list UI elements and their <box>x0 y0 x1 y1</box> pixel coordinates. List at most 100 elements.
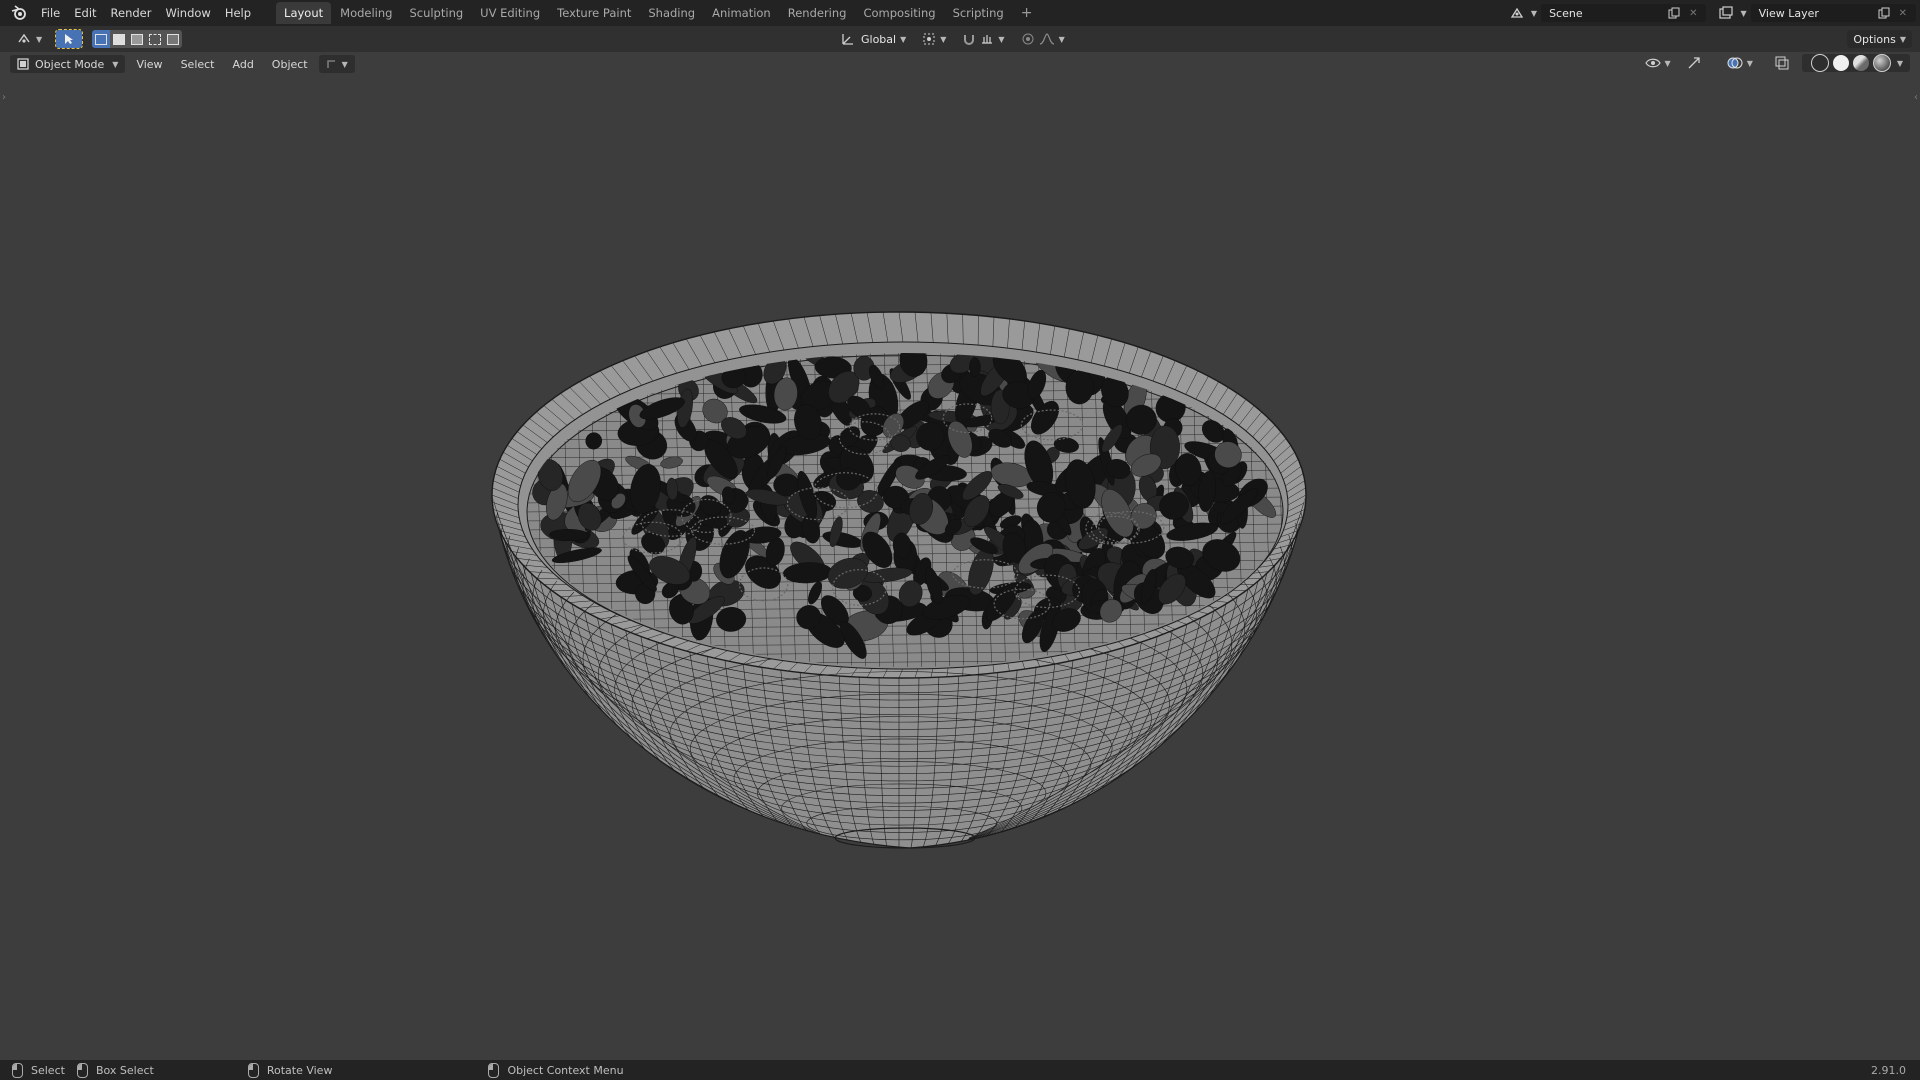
chevron-down-icon: ▼ <box>341 59 348 69</box>
magnet-icon <box>964 35 975 45</box>
tool-header: ▼ Global ▼ ▼ ▼ ▼ Options ▼ <box>0 26 1920 52</box>
mouse-middle-icon <box>247 1062 259 1078</box>
tab-sculpting[interactable]: Sculpting <box>401 2 471 24</box>
view-layer-icon[interactable] <box>1716 4 1736 22</box>
status-context-menu: Object Context Menu <box>488 1062 624 1078</box>
select-new-icon[interactable] <box>92 30 111 48</box>
tab-rendering[interactable]: Rendering <box>780 2 855 24</box>
chevron-down-icon[interactable]: ▼ <box>1740 9 1746 18</box>
menu-object[interactable]: Object <box>265 55 315 73</box>
version-label: 2.91.0 <box>1871 1063 1906 1077</box>
solid-shading-icon[interactable] <box>1832 55 1849 71</box>
tab-animation[interactable]: Animation <box>704 2 779 24</box>
select-tool-button[interactable] <box>55 29 84 49</box>
proportional-edit-controls[interactable]: ▼ <box>1015 30 1071 48</box>
tab-shading[interactable]: Shading <box>640 2 703 24</box>
close-icon[interactable]: ✕ <box>1684 8 1702 19</box>
tab-texture-paint[interactable]: Texture Paint <box>549 2 639 24</box>
editor-type-icon <box>18 33 30 43</box>
proportional-edit-icon <box>1022 33 1034 45</box>
select-subtract-icon[interactable] <box>128 30 147 48</box>
chevron-down-icon: ▼ <box>1058 34 1065 44</box>
transform-orientation-dropdown[interactable]: Global ▼ <box>835 30 912 48</box>
status-select-label: Select <box>31 1063 65 1077</box>
chevron-down-icon: ▼ <box>998 34 1005 44</box>
viewport-header: Object Mode ▼ View Select Add Object ▼ ▼… <box>0 52 1920 76</box>
menu-select[interactable]: Select <box>174 55 222 73</box>
overlays-toggle[interactable]: ▼ <box>1720 54 1760 72</box>
chevron-down-icon[interactable]: ▼ <box>1531 9 1537 18</box>
cereal-piece <box>836 467 861 491</box>
mouse-left-icon <box>12 1062 23 1078</box>
top-bar: File Edit Render Window Help Layout Mode… <box>0 0 1920 26</box>
cursor-arrow-icon <box>65 34 74 44</box>
transform-affect-icon <box>326 60 335 68</box>
eye-icon <box>1644 58 1661 68</box>
gizmo-icon <box>1688 57 1700 69</box>
options-dropdown[interactable]: Options ▼ <box>1847 30 1912 48</box>
select-intersect-icon[interactable] <box>164 30 183 48</box>
transform-controls: Global ▼ ▼ ▼ ▼ <box>835 26 1071 52</box>
object-mode-icon <box>17 58 29 70</box>
scene-name[interactable]: Scene <box>1545 7 1664 20</box>
cereal-piece <box>969 357 981 377</box>
scene-selectors: ▼ Scene ✕ ▼ View Layer ✕ <box>1507 0 1920 26</box>
new-view-layer-icon[interactable] <box>1874 4 1894 22</box>
blender-logo-icon[interactable] <box>10 4 28 22</box>
close-icon[interactable]: ✕ <box>1894 8 1912 19</box>
sidebar-toggle-icon[interactable]: ‹ <box>1914 92 1918 103</box>
gizmo-toggle[interactable] <box>1680 54 1708 72</box>
menu-add[interactable]: Add <box>226 55 261 73</box>
pivot-point-dropdown[interactable]: ▼ <box>916 30 952 48</box>
toolbar-toggle-icon[interactable]: › <box>2 92 6 103</box>
xray-toggle[interactable] <box>1768 54 1796 72</box>
tab-modeling[interactable]: Modeling <box>332 2 400 24</box>
visibility-dropdown[interactable]: ▼ <box>1638 54 1678 72</box>
status-context-menu-label: Object Context Menu <box>507 1063 624 1077</box>
menu-view[interactable]: View <box>129 55 169 73</box>
wireframe-shading-icon[interactable] <box>1810 54 1829 72</box>
tab-compositing[interactable]: Compositing <box>855 2 943 24</box>
tab-layout[interactable]: Layout <box>276 2 332 24</box>
3d-viewport[interactable]: › ‹ <box>0 52 1920 1060</box>
material-preview-icon[interactable] <box>1852 55 1869 71</box>
status-rotate-view: Rotate View <box>247 1062 332 1078</box>
transform-affect-dropdown[interactable]: ▼ <box>318 55 355 73</box>
chevron-down-icon[interactable]: ▼ <box>1897 59 1903 68</box>
tab-uv-editing[interactable]: UV Editing <box>472 2 548 24</box>
menu-edit[interactable]: Edit <box>67 3 103 23</box>
scene-field[interactable]: Scene ✕ <box>1541 4 1707 22</box>
status-bar: Select Box Select Rotate View Object Con… <box>0 1060 1920 1080</box>
add-workspace-button[interactable]: + <box>1013 5 1041 21</box>
chevron-down-icon: ▼ <box>1664 58 1671 68</box>
falloff-curve-icon <box>1039 33 1054 45</box>
new-scene-icon[interactable] <box>1664 4 1684 22</box>
view-layer-field[interactable]: View Layer ✕ <box>1750 4 1916 22</box>
snap-grid-icon <box>982 35 993 44</box>
view-layer-name[interactable]: View Layer <box>1755 7 1874 20</box>
axis-icon <box>842 34 853 45</box>
transform-orientation-value: Global <box>861 32 897 46</box>
snap-controls[interactable]: ▼ <box>956 30 1010 48</box>
tab-scripting[interactable]: Scripting <box>945 2 1012 24</box>
chevron-down-icon: ▼ <box>1746 58 1753 68</box>
menu-window[interactable]: Window <box>158 3 217 23</box>
rendered-shading-icon[interactable] <box>1872 54 1891 72</box>
menu-file[interactable]: File <box>34 3 67 23</box>
select-extend-icon[interactable] <box>110 30 129 48</box>
chevron-down-icon: ▼ <box>1899 34 1906 44</box>
pivot-icon <box>923 33 935 45</box>
chevron-down-icon: ▼ <box>940 34 947 44</box>
overlays-icon <box>1727 57 1743 69</box>
scene-icon[interactable] <box>1507 4 1527 22</box>
mode-label: Object Mode <box>35 57 105 71</box>
menu-help[interactable]: Help <box>218 3 258 23</box>
status-box-select-label: Box Select <box>95 1063 154 1077</box>
select-invert-icon[interactable] <box>146 30 165 48</box>
mode-dropdown[interactable]: Object Mode ▼ <box>10 55 126 73</box>
editor-type-selector[interactable]: ▼ <box>10 30 48 48</box>
selection-mode-group <box>92 30 183 48</box>
chevron-down-icon: ▼ <box>36 34 43 44</box>
menu-render[interactable]: Render <box>104 3 159 23</box>
bowl-mesh-wireframe[interactable] <box>0 52 1920 1060</box>
